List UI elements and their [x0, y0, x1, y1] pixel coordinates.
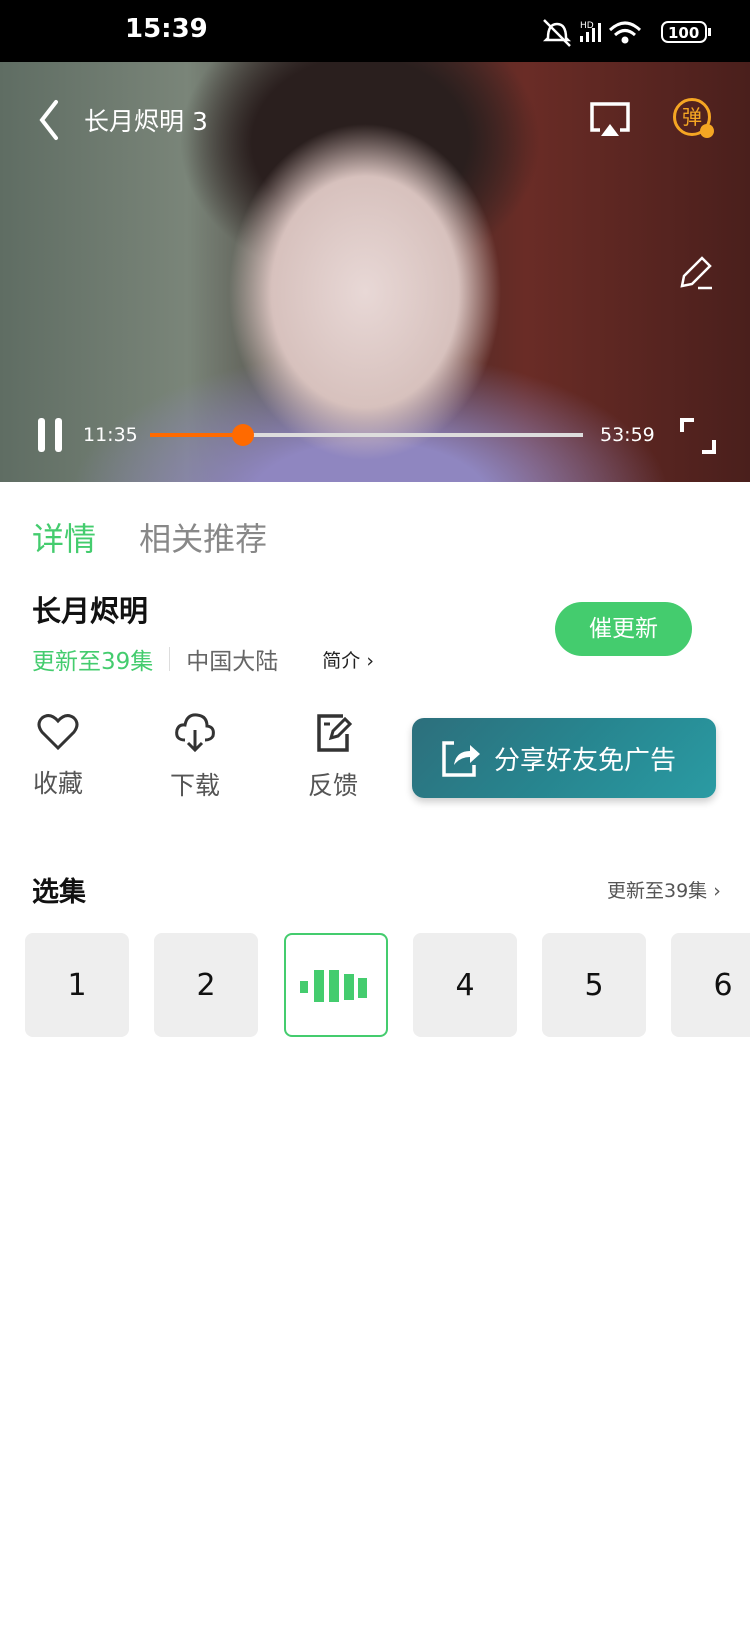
video-player[interactable]: 长月烬明 3 弹 11:35 53:59 — [0, 62, 750, 482]
cloud-download-icon — [175, 713, 215, 753]
feedback-label: 反馈 — [307, 771, 358, 800]
tab-details[interactable]: 详情 — [32, 520, 96, 558]
episodes-more-label: 更新至39集 — [607, 880, 708, 902]
episode-4[interactable]: 4 — [413, 933, 517, 1037]
feedback-button[interactable]: 反馈 — [293, 712, 373, 802]
episode-2[interactable]: 2 — [154, 933, 258, 1037]
cast-icon[interactable] — [588, 100, 632, 140]
video-title: 长月烬明 3 — [84, 107, 208, 136]
wifi-icon — [608, 21, 642, 44]
danmaku-icon: 弹 — [682, 105, 702, 129]
episode-3-playing[interactable] — [284, 933, 388, 1037]
clock: 15:39 — [125, 14, 208, 44]
edit-danmaku-icon[interactable] — [676, 252, 716, 292]
intro-link[interactable]: 简介 › — [322, 646, 374, 673]
intro-label: 简介 — [322, 649, 361, 672]
favorite-button[interactable]: 收藏 — [18, 712, 98, 800]
signal-icon: HD — [580, 21, 601, 42]
share-label: 分享好友免广告 — [494, 745, 677, 776]
episode-1[interactable]: 1 — [25, 933, 129, 1037]
chevron-right-icon: › — [366, 649, 374, 672]
mute-icon — [542, 19, 572, 47]
feedback-icon — [317, 714, 353, 752]
favorite-label: 收藏 — [32, 769, 83, 798]
download-label: 下载 — [169, 771, 220, 800]
status-bar: 15:39 HD 100 — [0, 0, 750, 62]
chevron-right-icon: › — [713, 880, 721, 902]
urge-update-button[interactable]: 催更新 — [555, 602, 692, 656]
episode-6[interactable]: 6 — [671, 933, 750, 1037]
show-title: 长月烬明 — [32, 594, 149, 628]
check-badge-icon — [700, 124, 714, 138]
progress-track[interactable] — [150, 424, 583, 446]
heart-icon — [37, 714, 79, 751]
region: 中国大陆 — [186, 649, 279, 675]
fullscreen-icon[interactable] — [680, 418, 716, 454]
episodes-more[interactable]: 更新至39集 › — [607, 876, 721, 903]
update-status: 更新至39集 — [32, 649, 154, 675]
share-icon — [442, 741, 480, 777]
tab-recommend[interactable]: 相关推荐 — [139, 520, 267, 558]
svg-text:HD: HD — [580, 21, 594, 31]
status-icons: HD 100 — [542, 19, 711, 47]
share-button[interactable]: 分享好友免广告 — [412, 718, 716, 798]
playing-bars-icon — [300, 970, 367, 1002]
progress-handle[interactable] — [232, 424, 255, 446]
battery-level: 100 — [668, 24, 699, 42]
progress-fill — [150, 433, 244, 437]
episodes-title: 选集 — [32, 877, 86, 908]
episode-5[interactable]: 5 — [542, 933, 646, 1037]
duration: 53:59 — [600, 424, 655, 446]
current-time: 11:35 — [83, 424, 138, 446]
back-icon[interactable] — [36, 98, 62, 142]
download-button[interactable]: 下载 — [155, 712, 235, 802]
divider — [169, 647, 171, 671]
